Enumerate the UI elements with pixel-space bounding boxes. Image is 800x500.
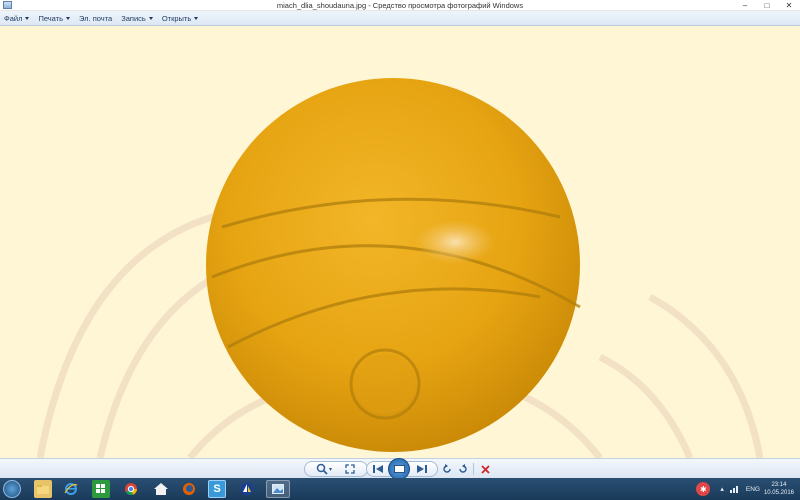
tray-overflow-icon[interactable]: ▴ — [720, 485, 724, 493]
menu-email-label: Эл. почта — [79, 13, 113, 23]
actual-size-icon[interactable] — [342, 462, 358, 476]
home-icon[interactable] — [152, 480, 170, 498]
menu-print[interactable]: Печать — [38, 13, 71, 23]
menu-burn[interactable]: Запись — [121, 14, 153, 23]
previous-icon[interactable] — [370, 462, 386, 476]
delete-icon[interactable] — [478, 462, 492, 476]
clock[interactable]: 23:14 10.05.2016 — [764, 481, 794, 497]
menu-burn-label: Запись — [121, 13, 146, 23]
menu-print-label: Печать — [38, 13, 64, 23]
menu-email[interactable]: Эл. почта — [79, 14, 112, 23]
chrome-icon[interactable] — [122, 480, 140, 498]
menu-bar: Файл Печать Эл. почта Запись Открыть — [0, 11, 800, 26]
menu-file-label: Файл — [4, 13, 23, 23]
language-indicator[interactable]: ENG — [746, 486, 760, 493]
menu-open-label: Открыть — [161, 13, 192, 23]
next-icon[interactable] — [414, 462, 430, 476]
chevron-down-icon — [194, 16, 199, 20]
window-title: miach_dlia_shoudauna.jpg - Средство прос… — [276, 1, 524, 10]
file-explorer-icon[interactable] — [34, 480, 52, 498]
title-bar: miach_dlia_shoudauna.jpg - Средство прос… — [0, 0, 800, 11]
internet-explorer-icon[interactable] — [62, 480, 80, 498]
displayed-photo — [36, 78, 764, 458]
minimize-button[interactable]: – — [734, 0, 756, 11]
windows-taskbar: S ✱ ▴ ENG 23:14 10.05.2016 — [0, 478, 800, 500]
menu-open[interactable]: Открыть — [161, 13, 199, 23]
menu-file[interactable]: Файл — [4, 13, 30, 23]
firefox-icon[interactable] — [180, 480, 198, 498]
start-button[interactable] — [3, 480, 21, 498]
rotate-ccw-icon[interactable] — [440, 462, 454, 476]
maximize-button[interactable]: □ — [756, 0, 778, 11]
network-icon[interactable] — [729, 485, 740, 493]
slideshow-icon[interactable] — [388, 458, 410, 480]
viewer-control-bar: ▾ — [0, 458, 800, 480]
separator — [473, 463, 474, 475]
store-icon[interactable] — [92, 480, 110, 498]
antivirus-icon[interactable]: ✱ — [696, 482, 711, 496]
close-button[interactable]: ✕ — [778, 0, 800, 11]
photo-viewer-taskbar-button[interactable] — [266, 480, 290, 498]
window-controls: – □ ✕ — [734, 0, 800, 11]
magnifier-icon[interactable]: ▾ — [314, 462, 334, 476]
sailboat-icon[interactable] — [238, 480, 256, 498]
rotate-cw-icon[interactable] — [456, 462, 470, 476]
skype-icon[interactable]: S — [208, 480, 226, 498]
ball-highlight — [415, 220, 495, 264]
image-viewport[interactable] — [0, 27, 800, 458]
clock-time: 23:14 — [771, 482, 787, 488]
chevron-down-icon — [25, 16, 30, 20]
clock-date: 10.05.2016 — [763, 490, 794, 496]
chevron-down-icon — [66, 16, 71, 20]
system-tray: ✱ ▴ ENG 23:14 10.05.2016 — [696, 478, 800, 500]
chevron-down-icon — [148, 16, 153, 20]
